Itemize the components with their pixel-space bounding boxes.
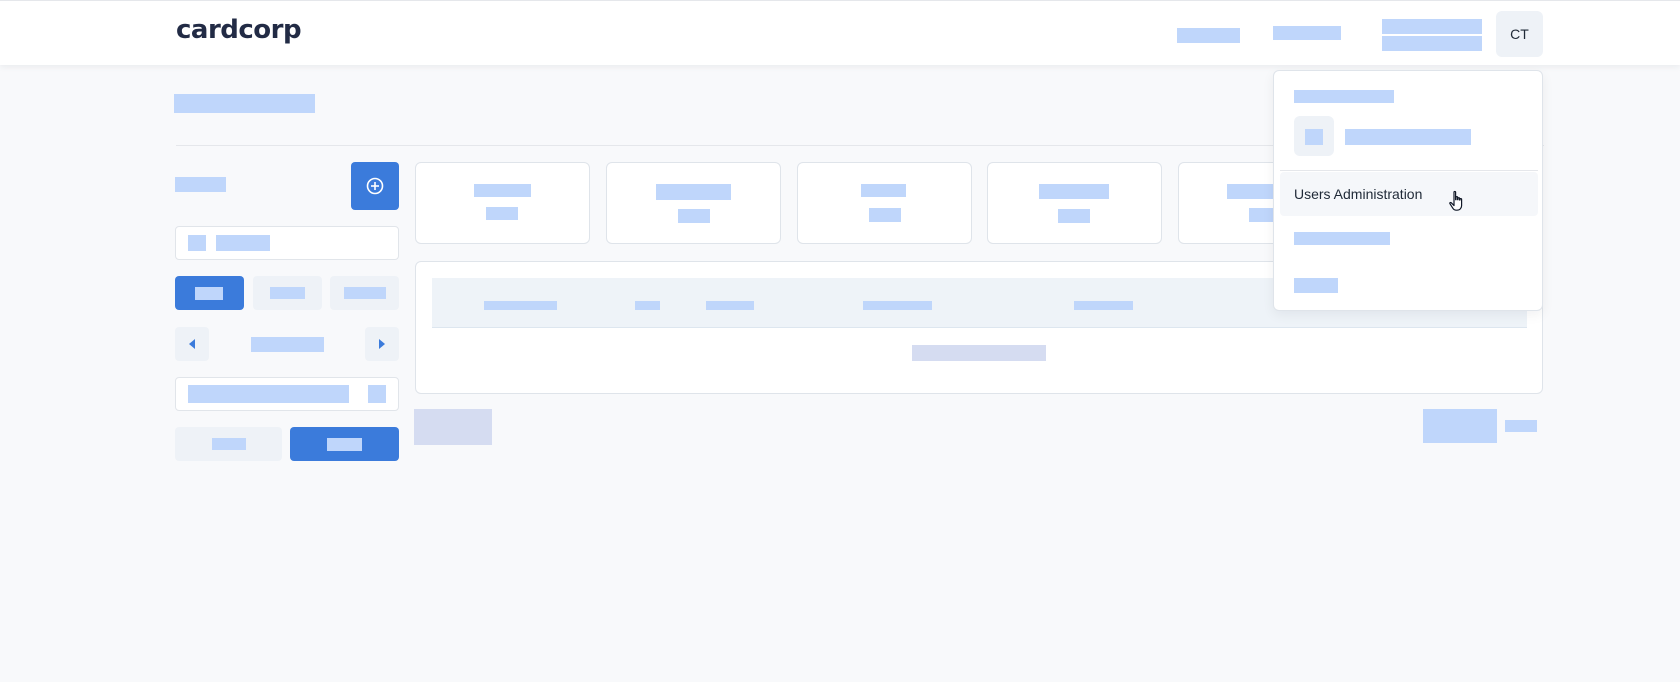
chevron-left-icon xyxy=(189,339,195,349)
sidebar-heading xyxy=(175,177,226,192)
user-dropdown-menu: Users Administration xyxy=(1273,70,1543,311)
apply-button[interactable] xyxy=(290,427,399,461)
column-header-4[interactable] xyxy=(863,301,932,310)
logo[interactable]: cardcorp xyxy=(176,15,302,45)
menu-user-email xyxy=(1294,90,1394,103)
stat-card-2-value xyxy=(678,209,710,223)
menu-separator xyxy=(1280,170,1538,171)
menu-item-logout[interactable] xyxy=(1294,278,1338,293)
column-header-3[interactable] xyxy=(706,301,754,310)
stat-card-3-label xyxy=(861,184,906,197)
column-header-1[interactable] xyxy=(484,301,557,310)
avatar-initials: CT xyxy=(1510,26,1529,42)
reset-button-label xyxy=(212,438,246,450)
menu-item-users-administration[interactable]: Users Administration xyxy=(1280,172,1538,216)
period-tab-2[interactable] xyxy=(253,276,322,310)
date-range-input[interactable] xyxy=(175,377,399,411)
search-placeholder xyxy=(216,235,270,251)
stat-card-3-value xyxy=(869,208,901,222)
nav-link-1[interactable] xyxy=(1177,28,1240,43)
avatar-button[interactable]: CT xyxy=(1496,11,1543,57)
stat-card-4-value xyxy=(1058,209,1090,223)
stat-card-3 xyxy=(797,162,972,244)
period-tab-1[interactable] xyxy=(175,276,244,310)
prev-period-button[interactable] xyxy=(175,327,209,361)
stat-card-2-label xyxy=(656,184,731,200)
stat-card-4-label xyxy=(1039,184,1109,199)
period-tab-2-label xyxy=(270,287,305,299)
results-count xyxy=(414,409,492,445)
period-tab-3[interactable] xyxy=(330,276,399,310)
nav-link-2[interactable] xyxy=(1273,26,1341,40)
company-icon xyxy=(1294,116,1334,156)
user-company[interactable] xyxy=(1382,36,1482,51)
company-icon-glyph xyxy=(1305,129,1323,145)
page-size-select[interactable] xyxy=(1423,409,1497,443)
plus-circle-icon xyxy=(366,177,384,195)
top-bar: cardcorp CT xyxy=(0,0,1680,65)
search-input[interactable] xyxy=(175,226,399,260)
stat-card-2 xyxy=(606,162,781,244)
stat-card-4 xyxy=(987,162,1162,244)
chevron-right-icon xyxy=(379,339,385,349)
stat-card-1 xyxy=(415,162,590,244)
search-icon xyxy=(188,235,206,251)
date-range-value xyxy=(188,385,349,403)
add-button[interactable] xyxy=(351,162,399,210)
menu-company-name[interactable] xyxy=(1345,129,1471,145)
apply-button-label xyxy=(327,438,362,451)
current-period-label xyxy=(251,337,324,352)
menu-item-settings[interactable] xyxy=(1294,232,1390,245)
calendar-icon xyxy=(368,385,386,403)
stat-card-1-value xyxy=(486,207,518,220)
period-tab-1-label xyxy=(195,287,223,300)
date-navigator xyxy=(175,327,399,361)
page-size-label xyxy=(1505,420,1537,432)
period-tab-3-label xyxy=(344,287,386,299)
user-name[interactable] xyxy=(1382,19,1482,34)
menu-item-users-administration-label: Users Administration xyxy=(1294,186,1423,202)
page-title xyxy=(174,94,315,113)
table-empty-message xyxy=(912,345,1046,361)
stat-card-1-label xyxy=(474,184,531,197)
next-period-button[interactable] xyxy=(365,327,399,361)
column-header-5[interactable] xyxy=(1074,301,1133,310)
column-header-2[interactable] xyxy=(635,301,660,310)
reset-button[interactable] xyxy=(175,427,282,461)
hand-pointer-icon xyxy=(1449,190,1463,211)
